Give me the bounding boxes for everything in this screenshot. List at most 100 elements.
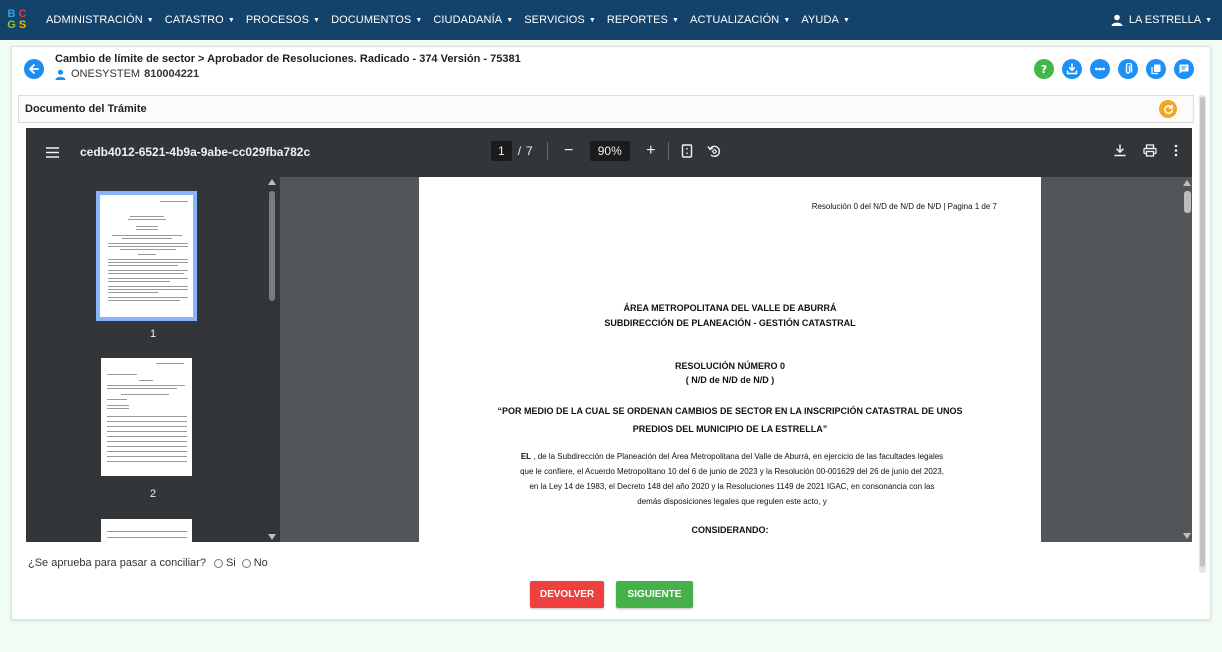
return-button[interactable]: DEVOLVER <box>530 581 604 608</box>
text-line <box>108 281 170 282</box>
considerando-heading: CONSIDERANDO: <box>691 525 769 535</box>
sidebar-toggle-button[interactable] <box>46 145 59 163</box>
logo-letter: G <box>7 19 16 31</box>
caret-down-icon: ▼ <box>506 16 514 24</box>
print-button[interactable] <box>1143 144 1157 157</box>
back-button[interactable] <box>24 59 44 79</box>
menu-actualizacion[interactable]: ACTUALIZACIÓN ▼ <box>690 14 790 26</box>
process-title: Cambio de límite de sector > Aprobador d… <box>55 53 521 65</box>
text-line <box>108 286 188 287</box>
menu-procesos[interactable]: PROCESOS ▼ <box>246 14 320 26</box>
text-line <box>108 289 188 290</box>
download-icon <box>1066 63 1078 75</box>
caret-down-icon: ▼ <box>842 16 850 24</box>
zoom-input[interactable]: 90% <box>589 141 630 161</box>
menu-reportes[interactable]: REPORTES ▼ <box>607 14 679 26</box>
menu-ayuda[interactable]: AYUDA ▼ <box>801 14 850 26</box>
text-line <box>156 363 184 364</box>
rotate-icon <box>707 145 720 158</box>
section-title: Documento del Trámite <box>25 103 147 115</box>
text-line <box>108 259 188 260</box>
rotate-button[interactable] <box>707 144 721 158</box>
logo-letter: S <box>18 19 27 31</box>
text-line <box>107 388 177 389</box>
text-line <box>107 421 187 422</box>
body-line: en la Ley 14 de 1983, el Decreto 148 del… <box>529 482 935 491</box>
text-line <box>122 238 172 239</box>
scroll-thumb[interactable] <box>1184 191 1191 213</box>
text-line <box>107 441 187 442</box>
org-name: ÁREA METROPOLITANA DEL VALLE DE ABURRÁ <box>623 303 837 313</box>
thumbnail-page-1[interactable] <box>96 191 197 321</box>
document-section-header: Documento del Trámite <box>18 95 1194 123</box>
menu-label: SERVICIOS <box>524 14 585 26</box>
fit-page-button[interactable] <box>681 144 693 158</box>
text-line <box>130 216 164 217</box>
menu-administracion[interactable]: ADMINISTRACIÓN ▼ <box>46 14 154 26</box>
user-menu[interactable]: LA ESTRELLA ▼ <box>1111 0 1212 40</box>
scroll-thumb[interactable] <box>269 191 275 301</box>
text-line <box>107 399 127 400</box>
thumbnail-page-3[interactable] <box>101 519 192 542</box>
zoom-out-button[interactable]: − <box>560 142 578 160</box>
zoom-in-button[interactable]: + <box>642 142 660 160</box>
page-header: Resolución 0 del N/D de N/D de N/D | Pag… <box>811 202 997 211</box>
more-options-button[interactable] <box>1090 59 1110 79</box>
next-button[interactable]: SIGUIENTE <box>616 581 693 608</box>
menu-servicios[interactable]: SERVICIOS ▼ <box>524 14 596 26</box>
toolbar-divider <box>667 142 669 160</box>
page-number-input[interactable]: 1 <box>491 141 512 161</box>
text-line <box>108 270 188 271</box>
resolution-subject: PREDIOS DEL MUNICIPIO DE LA ESTRELLA” <box>632 424 828 434</box>
download-button[interactable] <box>1062 59 1082 79</box>
comment-icon <box>1179 64 1189 74</box>
thumbnail-page-2[interactable] <box>101 358 192 476</box>
text-line <box>108 300 180 301</box>
text-line <box>112 235 182 236</box>
thumbnail-scrollbar[interactable] <box>267 179 276 540</box>
scroll-up-icon[interactable] <box>1183 180 1191 186</box>
text-line <box>136 226 158 227</box>
scroll-down-icon[interactable] <box>1183 533 1191 539</box>
scroll-up-icon[interactable] <box>268 179 276 185</box>
copy-button[interactable] <box>1146 59 1166 79</box>
text-line <box>108 292 158 293</box>
app-logo[interactable]: B C G S <box>6 9 28 31</box>
more-actions-button[interactable] <box>1174 144 1178 157</box>
radio-no[interactable] <box>241 558 251 568</box>
page-scrollbar[interactable] <box>1182 177 1192 542</box>
page-controls: 1 / 7 − 90% + <box>491 141 721 161</box>
pdf-download-button[interactable] <box>1114 144 1126 157</box>
body-line: demás disposiciones legales que regulen … <box>637 497 827 506</box>
text-line <box>139 380 153 381</box>
menu-catastro[interactable]: CATASTRO ▼ <box>165 14 235 26</box>
question-label: ¿Se aprueba para pasar a conciliar? <box>28 557 206 569</box>
user-icon <box>55 69 66 80</box>
text-line <box>107 431 187 432</box>
menu-label: CATASTRO <box>164 14 224 26</box>
radio-yes-label[interactable]: Si <box>226 557 236 569</box>
menu-ciudadania[interactable]: CIUDADANÍA ▼ <box>433 14 513 26</box>
menu-icon <box>46 147 59 158</box>
vertical-dots-icon <box>1174 144 1178 157</box>
approval-question: ¿Se aprueba para pasar a conciliar? Si N… <box>28 557 268 569</box>
attachment-button[interactable] <box>1118 59 1138 79</box>
scroll-down-icon[interactable] <box>268 534 276 540</box>
refresh-button[interactable] <box>1159 100 1177 118</box>
user-icon <box>1111 14 1123 26</box>
caret-down-icon: ▼ <box>671 16 680 24</box>
text-line <box>108 246 188 247</box>
card-scrollbar[interactable] <box>1199 95 1206 573</box>
text-line <box>160 201 188 202</box>
help-icon: ? <box>1041 63 1047 75</box>
menu-documentos[interactable]: DOCUMENTOS ▼ <box>331 14 422 26</box>
radio-no-label[interactable]: No <box>254 557 268 569</box>
caret-down-icon: ▼ <box>588 16 596 24</box>
text-line <box>108 265 178 266</box>
text-line <box>120 249 176 250</box>
resolution-subject: “POR MEDIO DE LA CUAL SE ORDENAN CAMBIOS… <box>497 406 963 416</box>
text-line <box>107 408 129 409</box>
radio-yes[interactable] <box>213 558 223 568</box>
comment-button[interactable] <box>1174 59 1194 79</box>
help-button[interactable]: ? <box>1034 59 1054 79</box>
